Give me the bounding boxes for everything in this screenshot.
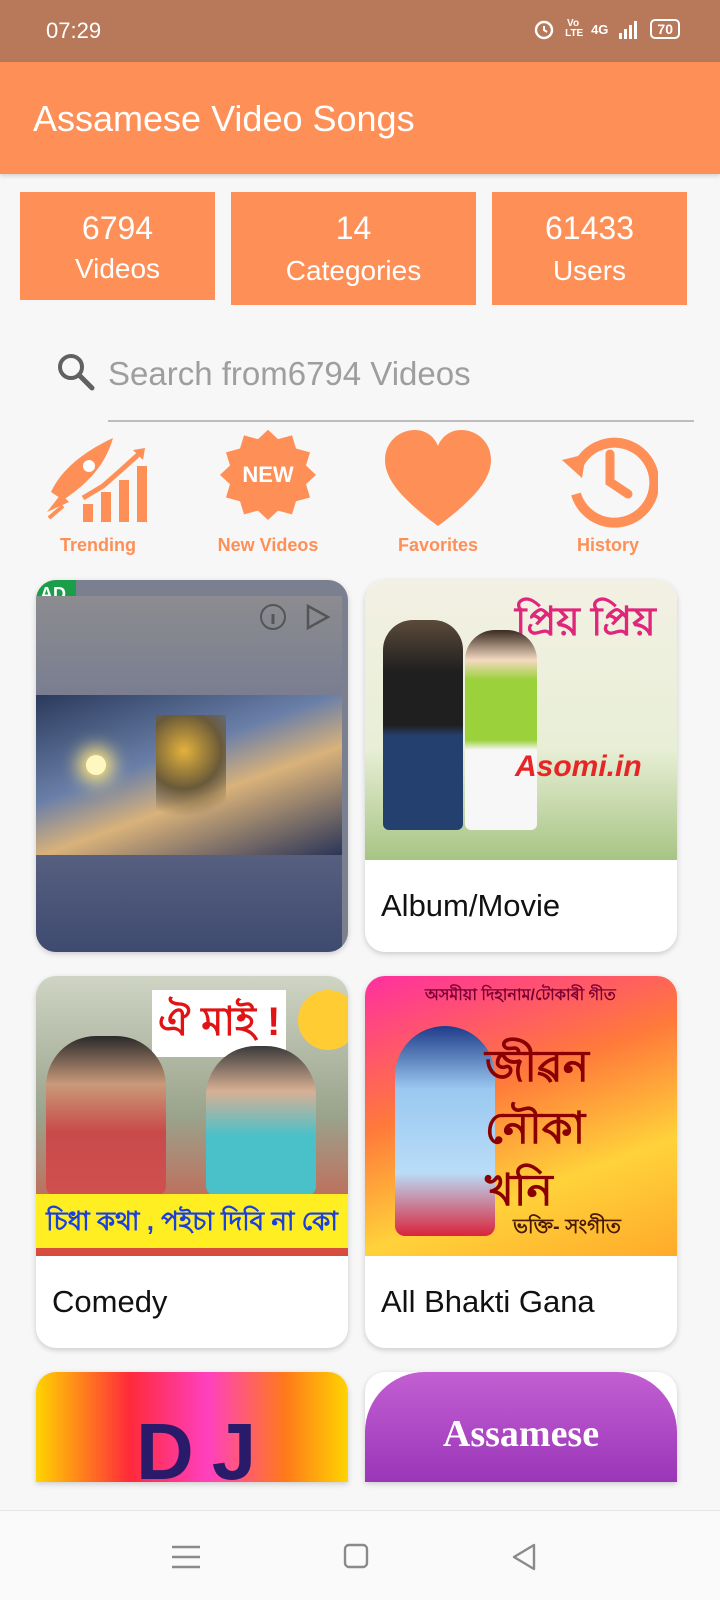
new-videos-label: New Videos <box>217 535 319 555</box>
thumb-title: Assamese <box>442 1413 600 1455</box>
heart-icon <box>385 430 491 526</box>
signal-icon <box>619 21 638 39</box>
status-icons: Vo LTE 4G 70 <box>533 18 680 40</box>
category-label: All Bhakti Gana <box>381 1284 595 1319</box>
ad-info-icon[interactable] <box>258 602 288 632</box>
thumb-figure-man <box>383 620 463 830</box>
trending-button[interactable]: Trending <box>18 430 178 560</box>
history-button[interactable]: History <box>528 430 688 560</box>
thumb-title: DJ <box>136 1407 275 1482</box>
search-underline <box>108 420 694 422</box>
new-badge-text: NEW <box>242 462 294 487</box>
thumb-figure-boy <box>206 1046 316 1196</box>
new-videos-button[interactable]: NEW New Videos <box>188 430 348 560</box>
category-card-dj[interactable]: DJ <box>36 1372 348 1482</box>
category-label: Album/Movie <box>381 888 561 923</box>
trending-rocket-icon <box>47 438 147 522</box>
thumb-watermark: Asomi.in <box>515 750 642 783</box>
category-thumbnail: Assamese <box>365 1372 677 1482</box>
search-icon[interactable] <box>54 350 98 394</box>
back-triangle-icon[interactable] <box>504 1539 544 1575</box>
category-card-assamese[interactable]: Assamese <box>365 1372 677 1482</box>
thumb-title: প্ৰিয় প্ৰিয় <box>515 600 656 644</box>
stat-users[interactable]: 61433 Users <box>492 192 687 305</box>
ad-play-icon[interactable] <box>302 602 332 632</box>
trending-label: Trending <box>60 535 136 555</box>
alarm-icon <box>534 20 554 40</box>
ad-card[interactable]: AD <box>36 580 348 952</box>
search-input[interactable] <box>108 345 692 403</box>
history-clock-icon <box>562 437 658 528</box>
ad-video <box>36 695 342 855</box>
stat-label: Categories <box>285 255 422 286</box>
network-label: 4G <box>591 21 609 37</box>
thumb-subtitle: চিধা কথা , পইচা দিবি না কো <box>36 1194 348 1248</box>
ad-light <box>86 755 106 775</box>
new-badge-icon: NEW <box>220 430 316 521</box>
category-thumbnail: DJ <box>36 1372 348 1482</box>
thumb-subtitle: ভক্তি- সংগীত <box>513 1216 621 1238</box>
battery-icon: 70 <box>650 19 680 39</box>
stat-label: Videos <box>74 253 161 284</box>
menu-icon[interactable] <box>166 1539 206 1575</box>
status-bar: 07:29 Vo LTE 4G 70 <box>0 0 720 62</box>
category-thumbnail: প্ৰিয় প্ৰিয় Asomi.in <box>365 580 677 860</box>
thumb-figure-girl <box>46 1036 166 1196</box>
system-nav-bar <box>0 1510 720 1600</box>
category-label: Comedy <box>52 1284 168 1319</box>
favorites-label: Favorites <box>397 535 479 555</box>
category-card-comedy[interactable]: ঐ মাই ! চিধা কথা , পইচা দিবি না কো Comed… <box>36 976 348 1348</box>
volte-icon: Vo LTE <box>565 18 584 39</box>
stat-value: 6794 <box>81 210 154 246</box>
thumb-figure-woman <box>465 630 537 830</box>
stat-value: 61433 <box>545 210 634 246</box>
stat-categories[interactable]: 14 Categories <box>231 192 476 305</box>
thumb-title: জীৱন নৌকা খনি <box>485 1042 589 1215</box>
app-title: Assamese Video Songs <box>33 98 415 139</box>
history-label: History <box>576 535 639 555</box>
stat-value: 14 <box>335 210 372 246</box>
favorites-button[interactable]: Favorites <box>358 430 518 560</box>
status-time: 07:29 <box>46 18 102 43</box>
stat-videos[interactable]: 6794 Videos <box>20 192 215 300</box>
home-square-icon[interactable] <box>336 1539 376 1575</box>
category-card-album-movie[interactable]: প্ৰিয় প্ৰিয় Asomi.in Album/Movie <box>365 580 677 952</box>
thumb-header: অসমীয়া দিহানাম/টোকাৰী গীত <box>425 987 616 1004</box>
smiley-icon <box>298 990 348 1050</box>
ad-figure <box>156 715 226 835</box>
thumb-figure-krishna <box>395 1026 495 1236</box>
category-thumbnail: অসমীয়া দিহানাম/টোকাৰী গীত জীৱন নৌকা খনি… <box>365 976 677 1256</box>
category-thumbnail: ঐ মাই ! চিধা কথা , পইচা দিবি না কো <box>36 976 348 1256</box>
stat-label: Users <box>552 255 627 286</box>
category-card-bhakti[interactable]: অসমীয়া দিহানাম/টোকাৰী গীত জীৱন নৌকা খনি… <box>365 976 677 1348</box>
app-bar: Assamese Video Songs <box>0 62 720 174</box>
